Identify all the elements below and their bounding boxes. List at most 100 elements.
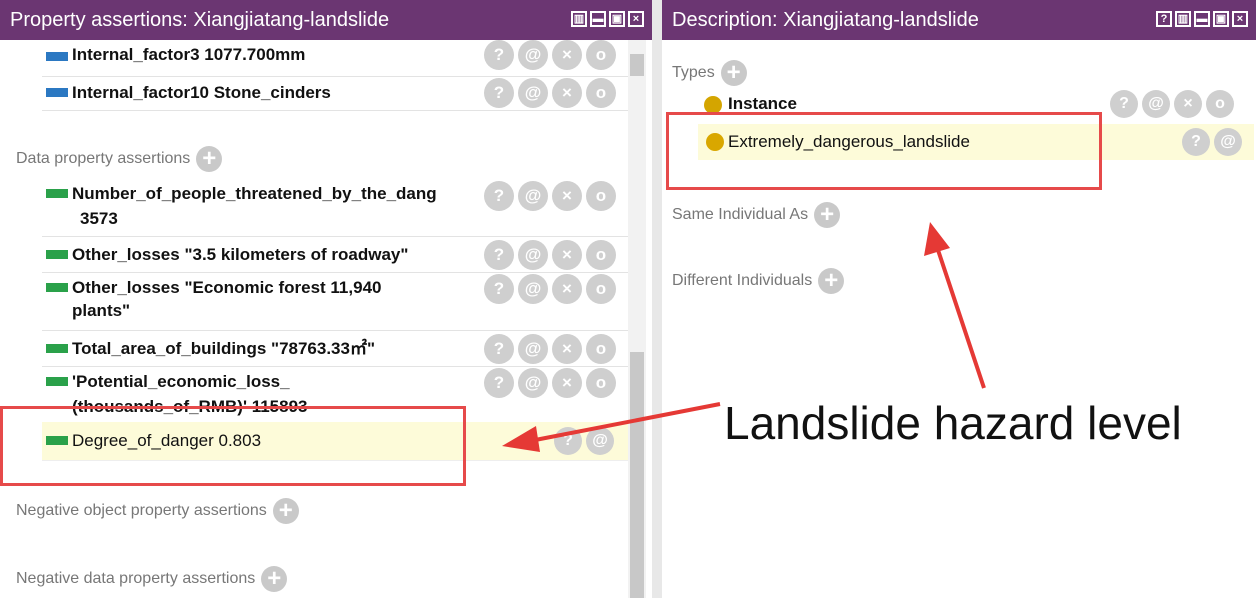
edit-icon[interactable]: o: [586, 40, 616, 70]
object-property-swatch: [46, 52, 68, 61]
annotate-icon[interactable]: @: [586, 427, 614, 455]
delete-icon[interactable]: ×: [552, 40, 582, 70]
help-icon[interactable]: ?: [484, 181, 514, 211]
row-actions: ? @ × o: [484, 274, 616, 304]
row-actions: ? @: [1182, 128, 1242, 156]
help-icon[interactable]: ?: [484, 240, 514, 270]
row-actions: ? @ × o: [484, 334, 616, 364]
add-icon[interactable]: +: [720, 60, 747, 86]
annotate-icon[interactable]: @: [1214, 128, 1242, 156]
help-icon[interactable]: ?: [1110, 90, 1138, 118]
delete-icon[interactable]: ×: [552, 368, 582, 398]
annotate-icon[interactable]: @: [518, 78, 548, 108]
annotate-icon[interactable]: @: [518, 274, 548, 304]
description-panel: Description: Xiangjiatang-landslide ? ▥ …: [662, 0, 1256, 598]
annotate-icon[interactable]: @: [518, 40, 548, 70]
section-label: Data property assertions: [16, 150, 191, 167]
help-icon[interactable]: ?: [484, 334, 514, 364]
add-icon[interactable]: +: [272, 498, 299, 524]
add-icon[interactable]: +: [196, 146, 223, 172]
object-property-row[interactable]: Internal_factor10 Stone_cinders ? @ × o: [42, 78, 628, 111]
data-property-row[interactable]: Total_area_of_buildings "78763.33㎡" ? @ …: [42, 332, 628, 367]
edit-icon[interactable]: o: [1206, 90, 1234, 118]
help-icon[interactable]: ?: [1156, 11, 1172, 27]
edit-icon[interactable]: o: [586, 368, 616, 398]
edit-icon[interactable]: o: [586, 334, 616, 364]
description-titlebar: Description: Xiangjiatang-landslide ? ▥ …: [662, 0, 1256, 40]
property-assertions-panel: Property assertions: Xiangjiatang-landsl…: [0, 0, 652, 598]
vertical-scrollbar[interactable]: [628, 40, 646, 598]
row-actions: ? @ × o: [1110, 90, 1234, 118]
section-label: Negative object property assertions: [16, 502, 267, 519]
highlight-box-type: [666, 112, 1102, 190]
add-icon[interactable]: +: [814, 202, 841, 228]
row-actions: ? @ × o: [484, 368, 616, 398]
row-actions: ? @ × o: [484, 240, 616, 270]
property-assertions-titlebar: Property assertions: Xiangjiatang-landsl…: [0, 0, 652, 40]
minimize-icon[interactable]: ▬: [1194, 11, 1210, 27]
delete-icon[interactable]: ×: [552, 334, 582, 364]
section-label: Types: [672, 64, 715, 81]
delete-icon[interactable]: ×: [552, 181, 582, 211]
row-actions: ? @ × o: [484, 181, 616, 211]
delete-icon[interactable]: ×: [552, 240, 582, 270]
annotate-icon[interactable]: @: [518, 334, 548, 364]
delete-icon[interactable]: ×: [1174, 90, 1202, 118]
maximize-icon[interactable]: ▣: [1213, 11, 1229, 27]
object-property-text: Internal_factor10 Stone_cinders: [72, 83, 331, 102]
edit-icon[interactable]: o: [586, 181, 616, 211]
type-label: Instance: [728, 94, 797, 113]
data-property-text: Number_of_people_threatened_by_the_dang: [72, 184, 437, 203]
data-property-text: 'Potential_economic_loss_: [72, 372, 290, 391]
annotate-icon[interactable]: @: [518, 368, 548, 398]
edit-icon[interactable]: o: [586, 78, 616, 108]
delete-icon[interactable]: ×: [552, 78, 582, 108]
edit-icon[interactable]: o: [586, 274, 616, 304]
data-property-row[interactable]: Number_of_people_threatened_by_the_dang …: [42, 180, 628, 237]
maximize-icon[interactable]: ▣: [609, 11, 625, 27]
annotate-icon[interactable]: @: [518, 181, 548, 211]
panel-title: Description: Xiangjiatang-landslide: [672, 9, 979, 31]
negative-object-section-header: Negative object property assertions +: [16, 498, 299, 524]
data-property-text: Total_area_of_buildings "78763.33㎡": [72, 339, 376, 358]
scrollbar-top-button[interactable]: [630, 54, 644, 76]
data-property-swatch: [46, 377, 68, 386]
different-individuals-section-header: Different Individuals +: [672, 268, 845, 294]
help-icon[interactable]: ?: [484, 368, 514, 398]
data-property-swatch: [46, 344, 68, 353]
data-property-section-header: Data property assertions +: [16, 146, 223, 172]
window-controls: ? ▥ ▬ ▣ ×: [1156, 11, 1248, 27]
highlight-box-degree-of-danger: [0, 406, 466, 486]
data-property-value: 3573: [80, 209, 118, 228]
annotate-icon[interactable]: @: [518, 240, 548, 270]
scrollbar-thumb[interactable]: [630, 352, 644, 598]
data-property-swatch: [46, 250, 68, 259]
annotate-icon[interactable]: @: [1142, 90, 1170, 118]
help-icon[interactable]: ?: [484, 40, 514, 70]
help-icon[interactable]: ?: [484, 274, 514, 304]
minimize-icon[interactable]: ▬: [590, 11, 606, 27]
data-property-row[interactable]: Other_losses "3.5 kilometers of roadway"…: [42, 238, 628, 273]
data-property-row[interactable]: Other_losses "Economic forest 11,940 pla…: [42, 274, 628, 331]
edit-icon[interactable]: o: [586, 240, 616, 270]
same-individual-section-header: Same Individual As +: [672, 202, 841, 228]
close-icon[interactable]: ×: [628, 11, 644, 27]
data-property-swatch: [46, 189, 68, 198]
window-controls: ▥ ▬ ▣ ×: [571, 11, 644, 27]
close-icon[interactable]: ×: [1232, 11, 1248, 27]
restore-icon[interactable]: ▥: [1175, 11, 1191, 27]
annotation-label: Landslide hazard level: [724, 397, 1182, 449]
object-property-row[interactable]: Internal_factor3 1077.700mm ? @ × o: [42, 40, 628, 77]
help-icon[interactable]: ?: [1182, 128, 1210, 156]
row-actions: ? @ × o: [484, 40, 616, 70]
help-icon[interactable]: ?: [554, 427, 582, 455]
types-section-header: Types +: [672, 60, 747, 86]
panel-title: Property assertions: Xiangjiatang-landsl…: [10, 9, 390, 31]
panel-divider[interactable]: [652, 0, 662, 598]
help-icon[interactable]: ?: [484, 78, 514, 108]
add-icon[interactable]: +: [818, 268, 845, 294]
negative-data-section-header: Negative data property assertions +: [16, 566, 288, 592]
delete-icon[interactable]: ×: [552, 274, 582, 304]
add-icon[interactable]: +: [261, 566, 288, 592]
restore-icon[interactable]: ▥: [571, 11, 587, 27]
